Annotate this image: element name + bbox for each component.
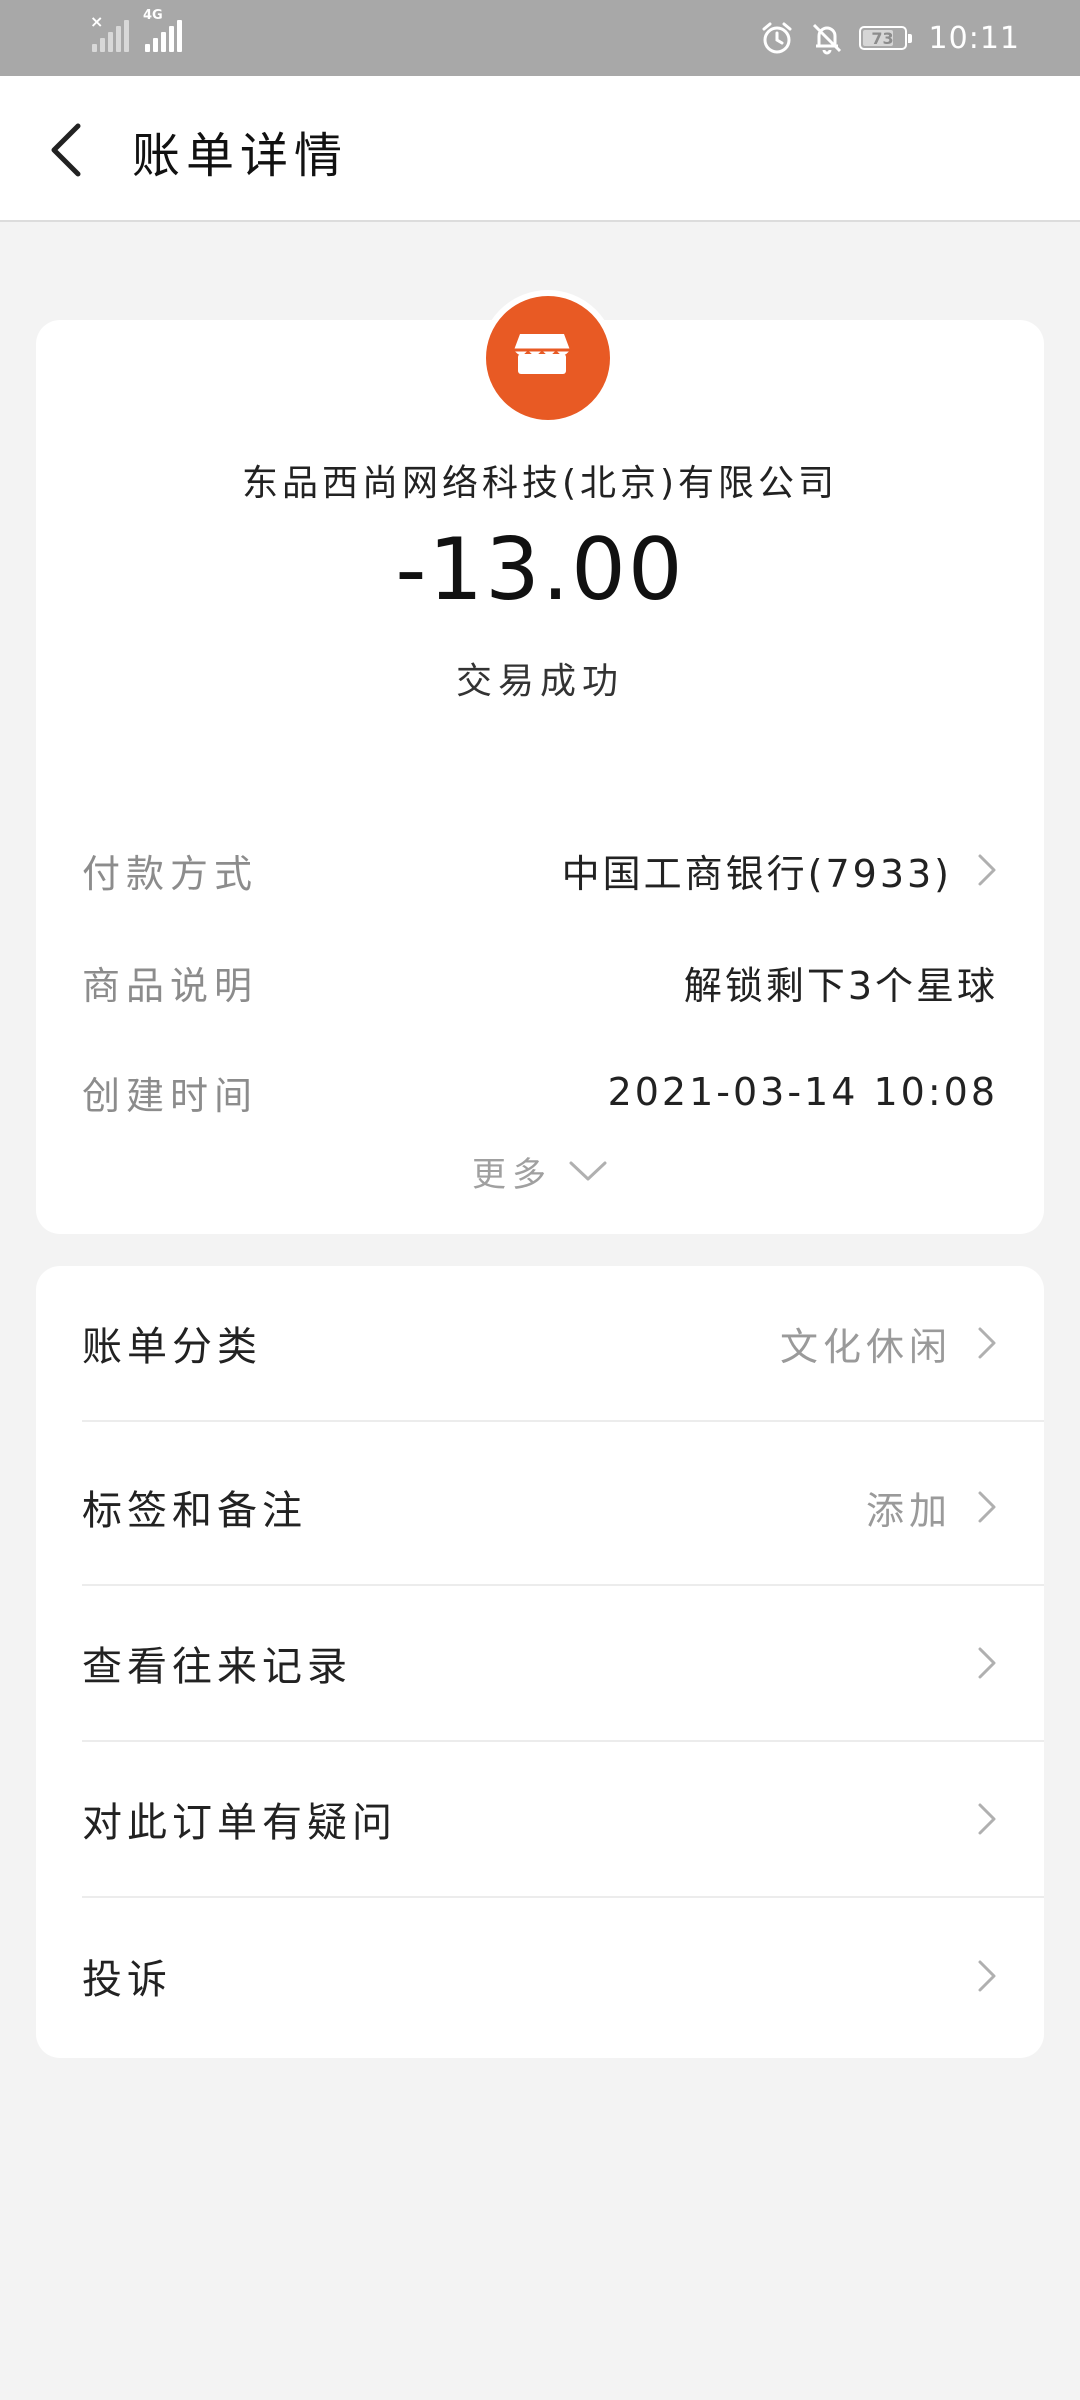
bill-category-value: 文化休闲 [779, 1324, 952, 1369]
store-icon [514, 334, 570, 374]
chevron-right-icon [978, 1960, 996, 1992]
more-label: 更多 [472, 1154, 552, 1195]
more-button[interactable]: 更多 [36, 1146, 1044, 1196]
transaction-amount: -13.00 [395, 520, 685, 620]
complaint-row[interactable]: 投诉 [82, 1898, 1044, 2054]
chevron-right-icon [978, 1647, 996, 1679]
chevron-right-icon [978, 1327, 996, 1359]
chevron-right-icon [978, 1491, 996, 1523]
no-signal-icon: × [90, 12, 104, 31]
status-bar: × 4G 73 10:11 [0, 0, 1080, 76]
chevron-down-icon [569, 1161, 607, 1181]
back-arrow-icon[interactable] [40, 114, 100, 184]
signal-strength-icon-sim2: 4G [143, 9, 182, 52]
battery-level: 73 [871, 28, 894, 48]
signal-strength-icon-sim1: × [90, 12, 129, 52]
status-left: × 4G [90, 9, 182, 52]
merchant-name: 东品西尚网络科技(北京)有限公司 [241, 463, 839, 504]
created-time-value: 2021-03-14 10:08 [607, 1070, 998, 1114]
product-description-value: 解锁剩下3个星球 [683, 963, 998, 1008]
complaint-label: 投诉 [82, 1957, 172, 2003]
product-description-label: 商品说明 [82, 963, 259, 1008]
order-question-label: 对此订单有疑问 [82, 1800, 397, 1846]
created-time-row: 创建时间 2021-03-14 10:08 [82, 1062, 998, 1122]
payment-method-label: 付款方式 [82, 851, 259, 896]
clock: 10:11 [928, 20, 1020, 56]
bill-category-label: 账单分类 [82, 1324, 262, 1370]
tags-notes-row[interactable]: 标签和备注 添加 [82, 1430, 1044, 1586]
status-right: 73 10:11 [759, 14, 1020, 62]
transaction-status: 交易成功 [455, 661, 624, 702]
payment-method-row[interactable]: 付款方式 中国工商银行(7933) [82, 840, 998, 900]
created-time-label: 创建时间 [82, 1073, 259, 1118]
chevron-right-icon [978, 854, 996, 886]
order-question-row[interactable]: 对此订单有疑问 [82, 1742, 1044, 1898]
bill-actions-card: 账单分类 文化休闲 标签和备注 添加 查看往来记录 对此订单有疑问 投诉 [36, 1266, 1044, 2058]
bill-summary-card: 东品西尚网络科技(北京)有限公司 -13.00 交易成功 付款方式 中国工商银行… [36, 290, 1044, 1234]
chevron-right-icon [978, 1803, 996, 1835]
alarm-icon [762, 22, 792, 54]
payment-method-value: 中国工商银行(7933) [561, 851, 952, 896]
tags-notes-label: 标签和备注 [82, 1488, 307, 1534]
transaction-history-row[interactable]: 查看往来记录 [82, 1586, 1044, 1742]
merchant-logo [480, 290, 616, 426]
product-description-row: 商品说明 解锁剩下3个星球 [82, 952, 998, 1012]
battery-icon: 73 [858, 26, 912, 50]
app-header: 账单详情 [0, 76, 1080, 222]
mute-bell-icon [812, 23, 841, 55]
transaction-history-label: 查看往来记录 [82, 1644, 352, 1690]
bill-category-row[interactable]: 账单分类 文化休闲 [82, 1266, 1044, 1422]
page-title: 账单详情 [132, 128, 349, 184]
tags-notes-value: 添加 [865, 1488, 952, 1533]
network-type: 4G [143, 8, 163, 23]
